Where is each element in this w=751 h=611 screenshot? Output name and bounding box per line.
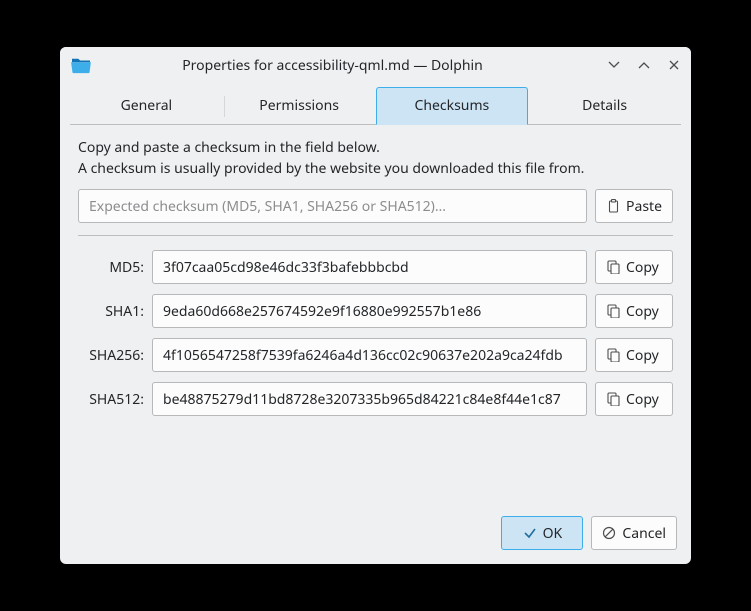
paste-button[interactable]: Paste <box>595 189 673 223</box>
sha256-label: SHA256: <box>78 346 144 365</box>
tab-general[interactable]: General <box>70 87 223 125</box>
expected-checksum-input[interactable] <box>78 189 587 223</box>
copy-icon <box>606 348 620 362</box>
dialog-button-row: OK Cancel <box>60 506 691 564</box>
app-folder-icon <box>70 56 92 74</box>
checksums-panel: Copy and paste a checksum in the field b… <box>60 125 691 506</box>
paste-button-label: Paste <box>626 197 662 216</box>
copy-icon <box>606 392 620 406</box>
cancel-button[interactable]: Cancel <box>591 516 677 550</box>
tab-details[interactable]: Details <box>528 87 681 125</box>
sha512-copy-button[interactable]: Copy <box>595 382 673 416</box>
copy-icon <box>606 304 620 318</box>
sha256-copy-button[interactable]: Copy <box>595 338 673 372</box>
sha512-label: SHA512: <box>78 390 144 409</box>
md5-row: MD5: Copy <box>78 250 673 284</box>
copy-button-label: Copy <box>626 346 659 365</box>
md5-value[interactable] <box>152 250 587 284</box>
ok-button-label: OK <box>543 524 563 543</box>
tab-bar: General Permissions Checksums Details <box>70 87 681 125</box>
info-text: Copy and paste a checksum in the field b… <box>78 137 673 179</box>
copy-icon <box>606 260 620 274</box>
separator <box>78 235 673 236</box>
sha1-copy-button[interactable]: Copy <box>595 294 673 328</box>
maximize-button[interactable] <box>635 56 653 74</box>
cancel-button-label: Cancel <box>622 524 666 543</box>
clipboard-icon <box>606 199 620 213</box>
md5-label: MD5: <box>78 258 144 277</box>
tab-checksums[interactable]: Checksums <box>376 87 529 125</box>
check-icon <box>523 526 537 540</box>
copy-button-label: Copy <box>626 258 659 277</box>
tab-permissions[interactable]: Permissions <box>223 87 376 125</box>
info-line-1: Copy and paste a checksum in the field b… <box>78 137 673 158</box>
sha1-label: SHA1: <box>78 302 144 321</box>
info-line-2: A checksum is usually provided by the we… <box>78 158 673 179</box>
sha512-value[interactable] <box>152 382 587 416</box>
md5-copy-button[interactable]: Copy <box>595 250 673 284</box>
window-controls <box>605 56 683 74</box>
minimize-button[interactable] <box>605 56 623 74</box>
close-button[interactable] <box>665 56 683 74</box>
sha1-value[interactable] <box>152 294 587 328</box>
expected-checksum-row: Paste <box>78 189 673 223</box>
sha1-row: SHA1: Copy <box>78 294 673 328</box>
sha256-value[interactable] <box>152 338 587 372</box>
window-title: Properties for accessibility-qml.md — Do… <box>100 56 605 75</box>
copy-button-label: Copy <box>626 390 659 409</box>
sha512-row: SHA512: Copy <box>78 382 673 416</box>
cancel-icon <box>602 526 616 540</box>
titlebar: Properties for accessibility-qml.md — Do… <box>60 47 691 83</box>
sha256-row: SHA256: Copy <box>78 338 673 372</box>
ok-button[interactable]: OK <box>501 516 583 550</box>
properties-dialog: Properties for accessibility-qml.md — Do… <box>60 47 691 564</box>
copy-button-label: Copy <box>626 302 659 321</box>
